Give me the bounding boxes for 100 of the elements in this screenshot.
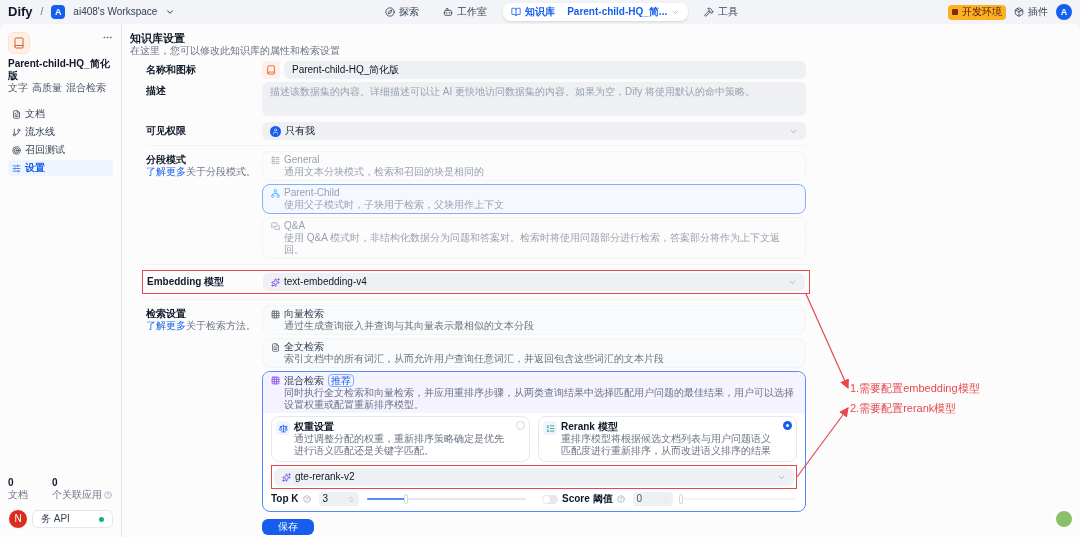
method-icon bbox=[271, 310, 280, 319]
option-title: Q&A bbox=[284, 220, 307, 232]
nav-icon bbox=[443, 7, 454, 17]
nav-tab[interactable]: 工具 bbox=[696, 3, 747, 21]
annotation-text: 1.需要配置embedding模型 bbox=[850, 382, 980, 394]
field-label: 可见权限 bbox=[146, 125, 187, 137]
number-input[interactable]: 0 bbox=[632, 492, 673, 506]
field-label: Embedding 模型 bbox=[147, 276, 226, 288]
option-description: 使用父子模式时，子块用于检索，父块用作上下文 bbox=[284, 199, 504, 211]
option-title: 权重设置 bbox=[294, 421, 335, 433]
option-title: Parent-Child bbox=[284, 187, 341, 199]
option-description: 通过调整分配的权重，重新排序策略确定是优先进行语义匹配还是关键字匹配。 bbox=[294, 433, 505, 457]
nav-icon bbox=[385, 7, 396, 17]
method-icon bbox=[271, 343, 280, 352]
help-text: 了解更多关于分段模式。 bbox=[146, 166, 257, 178]
workspace-avatar: A bbox=[51, 5, 66, 19]
sidebar-item[interactable]: 流水线 bbox=[8, 124, 113, 140]
retrieval-option[interactable]: 全文检索 索引文档中的所有词汇，从而允许用户查询任意词汇，并返回包含这些词汇的文本片段 bbox=[262, 338, 806, 368]
rerank-mode-option[interactable]: 权重设置 通过调整分配的权重，重新排序策略确定是优先进行语义匹配还是关键字匹配。 bbox=[271, 416, 530, 462]
save-button[interactable]: 保存 bbox=[262, 519, 314, 535]
mode-icon bbox=[271, 189, 280, 198]
mode-icon bbox=[271, 222, 280, 231]
option-description: 重排序模型将根据候选文档列表与用户问题语义匹配度进行重新排序，从而改进语义排序的结果 bbox=[561, 433, 772, 457]
mode-icon bbox=[276, 421, 290, 435]
retrieval-option[interactable]: 向量检索 通过生成查询嵌入并查询与其向量表示最相似的文本分段 bbox=[262, 305, 806, 335]
param-label: Score 阈值 bbox=[562, 493, 613, 505]
chevron-down-icon bbox=[165, 7, 176, 17]
stat-value: 0 bbox=[8, 477, 15, 489]
option-description: 索引文档中的所有词汇，从而允许用户查询任意词汇，并返回包含这些词汇的文本片段 bbox=[284, 353, 664, 365]
option-title: Rerank 模型 bbox=[561, 421, 619, 433]
dataset-icon[interactable] bbox=[262, 61, 280, 79]
book-icon bbox=[266, 65, 276, 75]
dataset-tag: 文字 bbox=[8, 82, 28, 94]
nav-tab[interactable]: 知识库 Parent-child-HQ_简... bbox=[503, 3, 689, 21]
learn-more-link[interactable]: 了解更多 bbox=[146, 320, 186, 331]
sidebar-item[interactable]: 文档 bbox=[8, 106, 113, 122]
visibility-select[interactable]: 只有我 bbox=[262, 122, 806, 140]
package-icon bbox=[1014, 7, 1024, 17]
api-access-card[interactable]: 务 API bbox=[32, 510, 113, 528]
dataset-title: Parent-child-HQ_简化版 bbox=[8, 58, 111, 82]
menu-icon bbox=[12, 163, 21, 173]
annotation-text: 2.需要配置rerank模型 bbox=[850, 402, 958, 414]
workspace-name[interactable]: ai408's Workspace bbox=[73, 6, 158, 18]
help-icon bbox=[616, 495, 625, 503]
option-description: 通过生成查询嵌入并查询与其向量表示最相似的文本分段 bbox=[284, 320, 534, 332]
field-label: 检索设置 bbox=[146, 308, 186, 320]
help-icon bbox=[104, 491, 112, 499]
retrieval-option[interactable]: 混合检索 推荐 同时执行全文检索和向量检索，并应用重排序步骤，从两类查询结果中选择匹配用户问题的最佳结果，用户可以选择设置权重或配置重新排序模型。 权重设置 通过调整分配的权重，重新排序策略确定是优先进行语义匹配还是关键字匹配。 Rerank 模型 重排序模型将根据候选文档列表与用户问题语义匹配度进行重新排序，从而改进语义排序的结果 gte-rerank-v2 Top K 3 Score 阈值 0 bbox=[262, 371, 806, 512]
plugins-button[interactable]: 插件 bbox=[1014, 6, 1048, 18]
recommended-badge: 推荐 bbox=[328, 374, 354, 387]
method-icon bbox=[271, 376, 280, 385]
dataset-tag: 高质量 bbox=[32, 82, 62, 94]
sidebar-item[interactable]: 设置 bbox=[8, 160, 113, 176]
user-avatar[interactable]: A bbox=[1056, 4, 1072, 20]
logo[interactable]: Dify bbox=[8, 6, 33, 18]
menu-icon bbox=[12, 145, 21, 155]
option-description: 通用文本分块模式，检索和召回的块是相同的 bbox=[284, 166, 484, 178]
nav-icon bbox=[704, 7, 715, 17]
page-title: 知识库设置 bbox=[130, 32, 186, 45]
api-label: 务 API bbox=[41, 513, 70, 525]
book-icon bbox=[13, 37, 25, 49]
nav-tab[interactable]: 探索 bbox=[377, 3, 428, 21]
dataset-picker[interactable]: Parent-child-HQ_简... bbox=[567, 6, 681, 18]
dataset-tag: 混合检索 bbox=[66, 82, 106, 94]
model-icon bbox=[271, 277, 280, 287]
toggle-switch[interactable] bbox=[542, 494, 558, 504]
annotation-arrow bbox=[796, 407, 849, 478]
model-icon bbox=[282, 472, 291, 482]
field-label: 名称和图标 bbox=[146, 64, 197, 76]
breadcrumb-separator: / bbox=[40, 6, 44, 18]
menu-icon bbox=[12, 109, 21, 119]
field-label: 分段模式 bbox=[146, 154, 186, 166]
embedding-model-select[interactable]: text-embedding-v4 bbox=[263, 273, 805, 291]
rerank-model-select[interactable]: gte-rerank-v2 bbox=[274, 468, 794, 486]
option-title: General bbox=[284, 154, 321, 166]
slider-thumb[interactable] bbox=[404, 494, 409, 504]
option-title: 混合检索 bbox=[284, 374, 324, 387]
help-text: 了解更多关于检索方法。 bbox=[146, 320, 257, 332]
learn-more-link[interactable]: 了解更多 bbox=[146, 166, 186, 177]
option-title: 全文检索 bbox=[284, 341, 324, 353]
stepper-icon bbox=[347, 495, 355, 503]
rerank-mode-option[interactable]: Rerank 模型 重排序模型将根据候选文档列表与用户问题语义匹配度进行重新排序，从而改进语义排序的结果 bbox=[538, 416, 797, 462]
user-icon bbox=[270, 125, 281, 137]
help-icon bbox=[302, 495, 311, 503]
floating-avatar[interactable]: N bbox=[8, 509, 28, 529]
sidebar-item[interactable]: 召回测试 bbox=[8, 142, 113, 158]
env-badge: 开发环境 bbox=[948, 4, 1006, 20]
number-input[interactable]: 3 bbox=[318, 492, 359, 506]
slider-thumb[interactable] bbox=[678, 494, 683, 504]
option-description: 使用 Q&A 模式时，非结构化数据分为问题和答案对。检索时将使用问题部分进行检索，答案部分将作为上下文返回。 bbox=[284, 232, 782, 256]
page-subtitle: 在这里，您可以修改此知识库的属性和检索设置 bbox=[130, 45, 341, 57]
stat-label: 文档 bbox=[8, 489, 28, 501]
name-input[interactable]: Parent-child-HQ_简化版 bbox=[284, 61, 806, 79]
field-label: 描述 bbox=[146, 85, 167, 97]
nav-tab[interactable]: 工作室 bbox=[435, 3, 496, 21]
description-input[interactable]: 描述该数据集的内容。详细描述可以让 AI 更快地访问数据集的内容。如果为空，Dify 将使用默认的命中策略。 bbox=[262, 82, 806, 116]
nav-icon bbox=[511, 7, 522, 17]
mode-icon bbox=[543, 421, 557, 435]
param-label: Top K bbox=[271, 493, 299, 505]
radio-button[interactable] bbox=[783, 421, 792, 430]
